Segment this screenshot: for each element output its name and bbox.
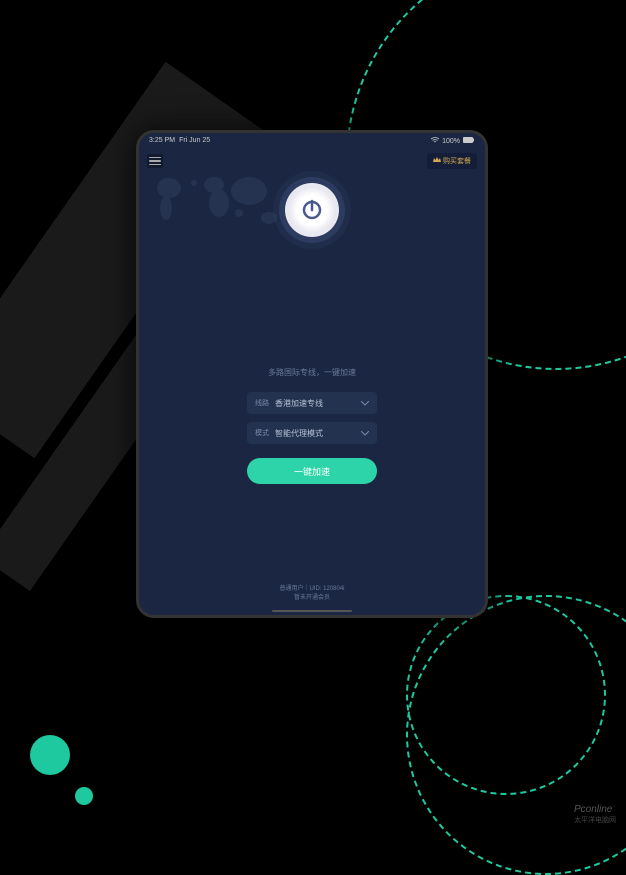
tablet-device: 3:25 PM Fri Jun 25 100% 购买套餐	[136, 130, 488, 618]
world-map-decoration	[144, 163, 294, 238]
line-selector-label: 线路	[255, 398, 269, 408]
decorative-dot-small	[75, 787, 93, 805]
accelerate-button[interactable]: 一键加速	[247, 458, 377, 484]
line-selector[interactable]: 线路 香港加速专线	[247, 392, 377, 414]
decorative-dot-large	[30, 735, 70, 775]
mode-selector-label: 模式	[255, 428, 269, 438]
decorative-circle-small	[406, 595, 606, 795]
status-date: Fri Jun 25	[179, 137, 210, 145]
mode-selector[interactable]: 模式 智能代理模式	[247, 422, 377, 444]
watermark-brand: Pconline	[574, 804, 616, 815]
status-bar: 3:25 PM Fri Jun 25 100%	[139, 133, 485, 149]
member-status-text: 暂未开通会员	[139, 594, 485, 603]
selector-group: 线路 香港加速专线 模式 智能代理模式	[139, 392, 485, 444]
battery-icon	[463, 137, 475, 145]
line-selector-value: 香港加速专线	[275, 398, 323, 409]
chevron-down-icon	[361, 399, 369, 408]
status-time: 3:25 PM	[149, 137, 175, 145]
user-info-text: 普通用户｜UID: 120804i	[139, 585, 485, 594]
tagline-text: 多路国际专线，一键加速	[139, 367, 485, 378]
footer: 普通用户｜UID: 120804i 暂未开通会员	[139, 585, 485, 603]
vip-label: 购买套餐	[443, 156, 471, 166]
crown-icon	[433, 157, 441, 165]
vip-purchase-button[interactable]: 购买套餐	[427, 153, 477, 169]
battery-percent: 100%	[442, 138, 460, 145]
wifi-icon	[431, 137, 439, 145]
home-indicator[interactable]	[272, 610, 352, 612]
power-icon	[300, 198, 324, 222]
mode-selector-value: 智能代理模式	[275, 428, 323, 439]
watermark: Pconline 太平洋电脑网	[574, 804, 616, 825]
chevron-down-icon	[361, 429, 369, 438]
watermark-sub: 太平洋电脑网	[574, 815, 616, 825]
